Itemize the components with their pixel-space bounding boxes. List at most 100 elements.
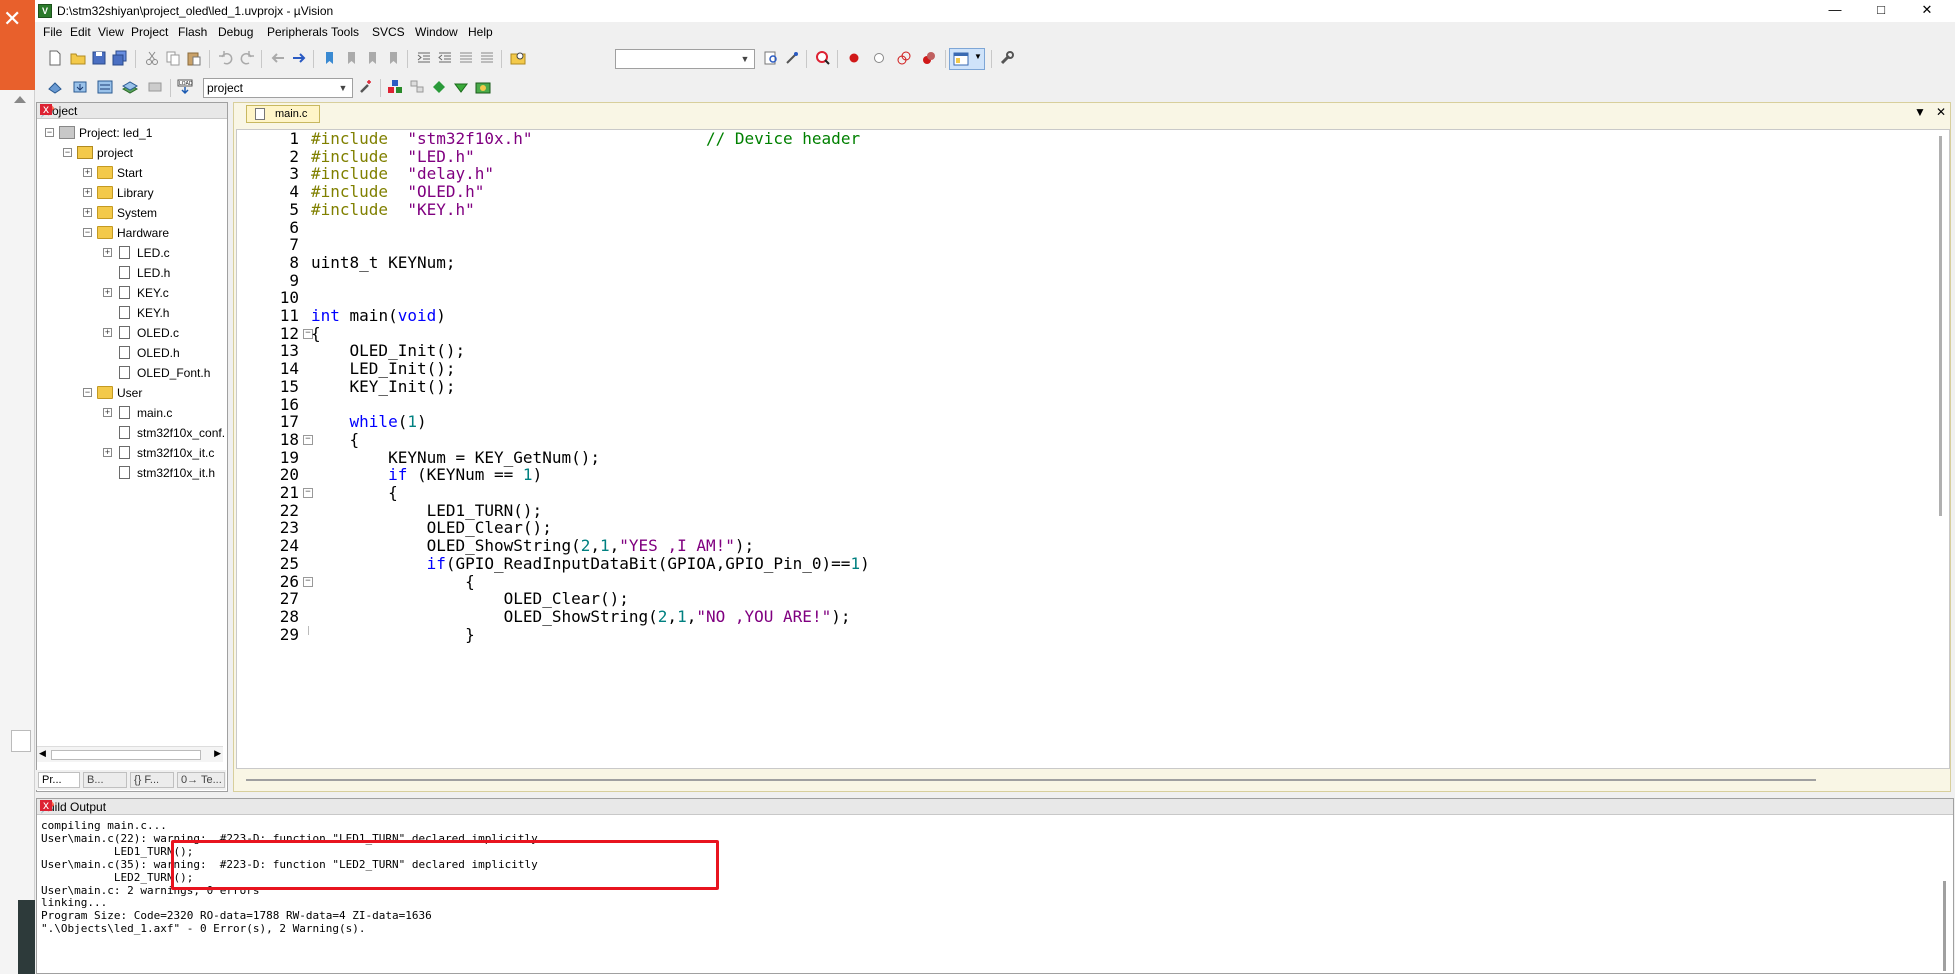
- tab-main-c[interactable]: main.c: [246, 105, 320, 123]
- uncomment-icon[interactable]: [479, 50, 495, 66]
- close-icon[interactable]: ✕: [3, 8, 21, 30]
- clear-bookmarks-icon[interactable]: [385, 50, 401, 66]
- code-line[interactable]: 24 OLED_ShowString(2,1,"YES ,I AM!");: [237, 537, 1937, 555]
- code-line[interactable]: 2 #include "LED.h": [237, 147, 1937, 166]
- code-line[interactable]: 20 if (KEYNum == 1): [237, 466, 1937, 484]
- collapse-icon[interactable]: −: [83, 228, 92, 237]
- kill-breakpoints-icon[interactable]: [921, 50, 937, 66]
- menu-debug[interactable]: Debug: [218, 25, 253, 39]
- tab-project[interactable]: Pr...: [38, 772, 80, 788]
- code-line[interactable]: 11 int main(void): [237, 307, 1937, 325]
- pack-installer-icon[interactable]: [431, 79, 447, 95]
- code-line[interactable]: 19 KEYNum = KEY_GetNum();: [237, 448, 1937, 467]
- incremental-find-icon[interactable]: [784, 50, 800, 66]
- code-line[interactable]: 17 while(1): [237, 413, 1937, 431]
- manage-components-icon[interactable]: [409, 79, 425, 95]
- project-horizontal-scrollbar[interactable]: ◀ ▶: [37, 746, 223, 762]
- insert-bookmark-icon[interactable]: [322, 50, 338, 66]
- code-line[interactable]: 10: [237, 289, 1937, 307]
- expand-icon[interactable]: +: [83, 168, 92, 177]
- expand-icon[interactable]: +: [83, 188, 92, 197]
- download-icon[interactable]: LOAD: [177, 79, 193, 95]
- code-line[interactable]: 8 uint8_t KEYNum;: [237, 253, 1937, 272]
- maximize-button[interactable]: □: [1858, 0, 1904, 22]
- menu-svcs[interactable]: SVCS: [372, 25, 405, 39]
- expand-icon[interactable]: +: [103, 328, 112, 337]
- code-line[interactable]: 23 OLED_Clear();: [237, 519, 1937, 537]
- debug-session-icon[interactable]: [815, 50, 831, 66]
- scrollbar-thumb[interactable]: [1939, 136, 1942, 516]
- code-line[interactable]: 21− {: [237, 484, 1937, 502]
- code-line[interactable]: 5 #include "KEY.h": [237, 200, 1937, 219]
- close-button[interactable]: ✕: [1904, 0, 1950, 22]
- cut-icon[interactable]: [144, 50, 160, 66]
- code-line[interactable]: 3 #include "delay.h": [237, 165, 1937, 183]
- batch-build-icon[interactable]: [122, 79, 138, 95]
- save-all-icon[interactable]: [112, 50, 128, 66]
- copy-icon[interactable]: [165, 50, 181, 66]
- navigate-forward-icon[interactable]: [291, 50, 307, 66]
- menu-help[interactable]: Help: [468, 25, 493, 39]
- expand-icon[interactable]: +: [103, 288, 112, 297]
- pin-icon[interactable]: 📌: [40, 800, 1933, 814]
- chevron-down-icon[interactable]: ▼: [336, 80, 350, 96]
- code-line[interactable]: 13 OLED_Init();: [237, 342, 1937, 360]
- select-software-packs-icon[interactable]: [453, 79, 469, 95]
- code-line[interactable]: 18− {: [237, 430, 1937, 449]
- menu-view[interactable]: View: [98, 25, 124, 39]
- tab-functions[interactable]: {} F...: [130, 772, 174, 788]
- code-line[interactable]: 22 LED1_TURN();: [237, 501, 1937, 520]
- redo-icon[interactable]: [239, 50, 255, 66]
- menu-edit[interactable]: Edit: [70, 25, 91, 39]
- menu-tools[interactable]: Tools: [331, 25, 359, 39]
- rebuild-icon[interactable]: [97, 79, 113, 95]
- translate-icon[interactable]: [47, 79, 63, 95]
- code-line[interactable]: 1 #include "stm32f10x.h" // Device header: [237, 130, 1937, 148]
- find-in-files-icon[interactable]: [510, 50, 526, 66]
- code-line[interactable]: 14 LED_Init();: [237, 360, 1937, 378]
- code-line[interactable]: 12−{: [237, 324, 1937, 343]
- code-line[interactable]: 16: [237, 395, 1937, 414]
- code-line[interactable]: 7: [237, 236, 1937, 254]
- tab-books[interactable]: B...: [83, 772, 127, 788]
- scrollbar-thumb[interactable]: [246, 779, 1816, 781]
- scroll-right-icon[interactable]: ▶: [214, 748, 221, 759]
- collapse-icon[interactable]: −: [63, 148, 72, 157]
- code-line[interactable]: 15 KEY_Init();: [237, 377, 1937, 396]
- undo-icon[interactable]: [218, 50, 234, 66]
- code-line[interactable]: 4 #include "OLED.h": [237, 183, 1937, 201]
- minimize-button[interactable]: —: [1812, 0, 1858, 22]
- stop-build-icon[interactable]: [147, 79, 163, 95]
- save-icon[interactable]: [91, 50, 107, 66]
- chevron-down-icon[interactable]: ▼: [738, 51, 752, 67]
- code-line[interactable]: 25 if(GPIO_ReadInputDataBit(GPIOA,GPIO_P…: [237, 554, 1937, 573]
- open-folder-icon[interactable]: [70, 50, 86, 66]
- build-output-scrollbar[interactable]: [1939, 821, 1951, 971]
- next-bookmark-icon[interactable]: [364, 50, 380, 66]
- menu-window[interactable]: Window: [415, 25, 458, 39]
- target-select[interactable]: project ▼: [203, 78, 353, 98]
- editor-horizontal-scrollbar[interactable]: [246, 777, 1826, 783]
- code-line[interactable]: 6: [237, 218, 1937, 237]
- close-icon[interactable]: ✕: [1936, 105, 1946, 119]
- collapse-icon[interactable]: −: [45, 128, 54, 137]
- pin-icon[interactable]: 📌: [40, 104, 207, 118]
- chevron-down-icon[interactable]: ▼: [1914, 105, 1926, 119]
- navigate-back-icon[interactable]: [270, 50, 286, 66]
- disable-breakpoints-icon[interactable]: [896, 50, 912, 66]
- scroll-left-icon[interactable]: ◀: [39, 748, 46, 759]
- code-editor[interactable]: 1 #include "stm32f10x.h" // Device header…: [236, 129, 1950, 769]
- scrollbar-thumb[interactable]: [1943, 881, 1946, 971]
- code-line[interactable]: 26− {: [237, 572, 1937, 591]
- expand-icon[interactable]: +: [103, 248, 112, 257]
- window-layout-button[interactable]: ▼: [949, 48, 985, 70]
- close-icon[interactable]: x: [40, 103, 52, 115]
- menu-flash[interactable]: Flash: [178, 25, 207, 39]
- code-line[interactable]: 27 OLED_Clear();: [237, 590, 1937, 608]
- scroll-up-icon[interactable]: [14, 96, 26, 103]
- scrollbar-thumb[interactable]: [51, 750, 201, 760]
- menu-project[interactable]: Project: [131, 25, 168, 39]
- file-extensions-icon[interactable]: [387, 79, 403, 95]
- menu-peripherals[interactable]: Peripherals: [267, 25, 328, 39]
- menu-file[interactable]: File: [43, 25, 62, 39]
